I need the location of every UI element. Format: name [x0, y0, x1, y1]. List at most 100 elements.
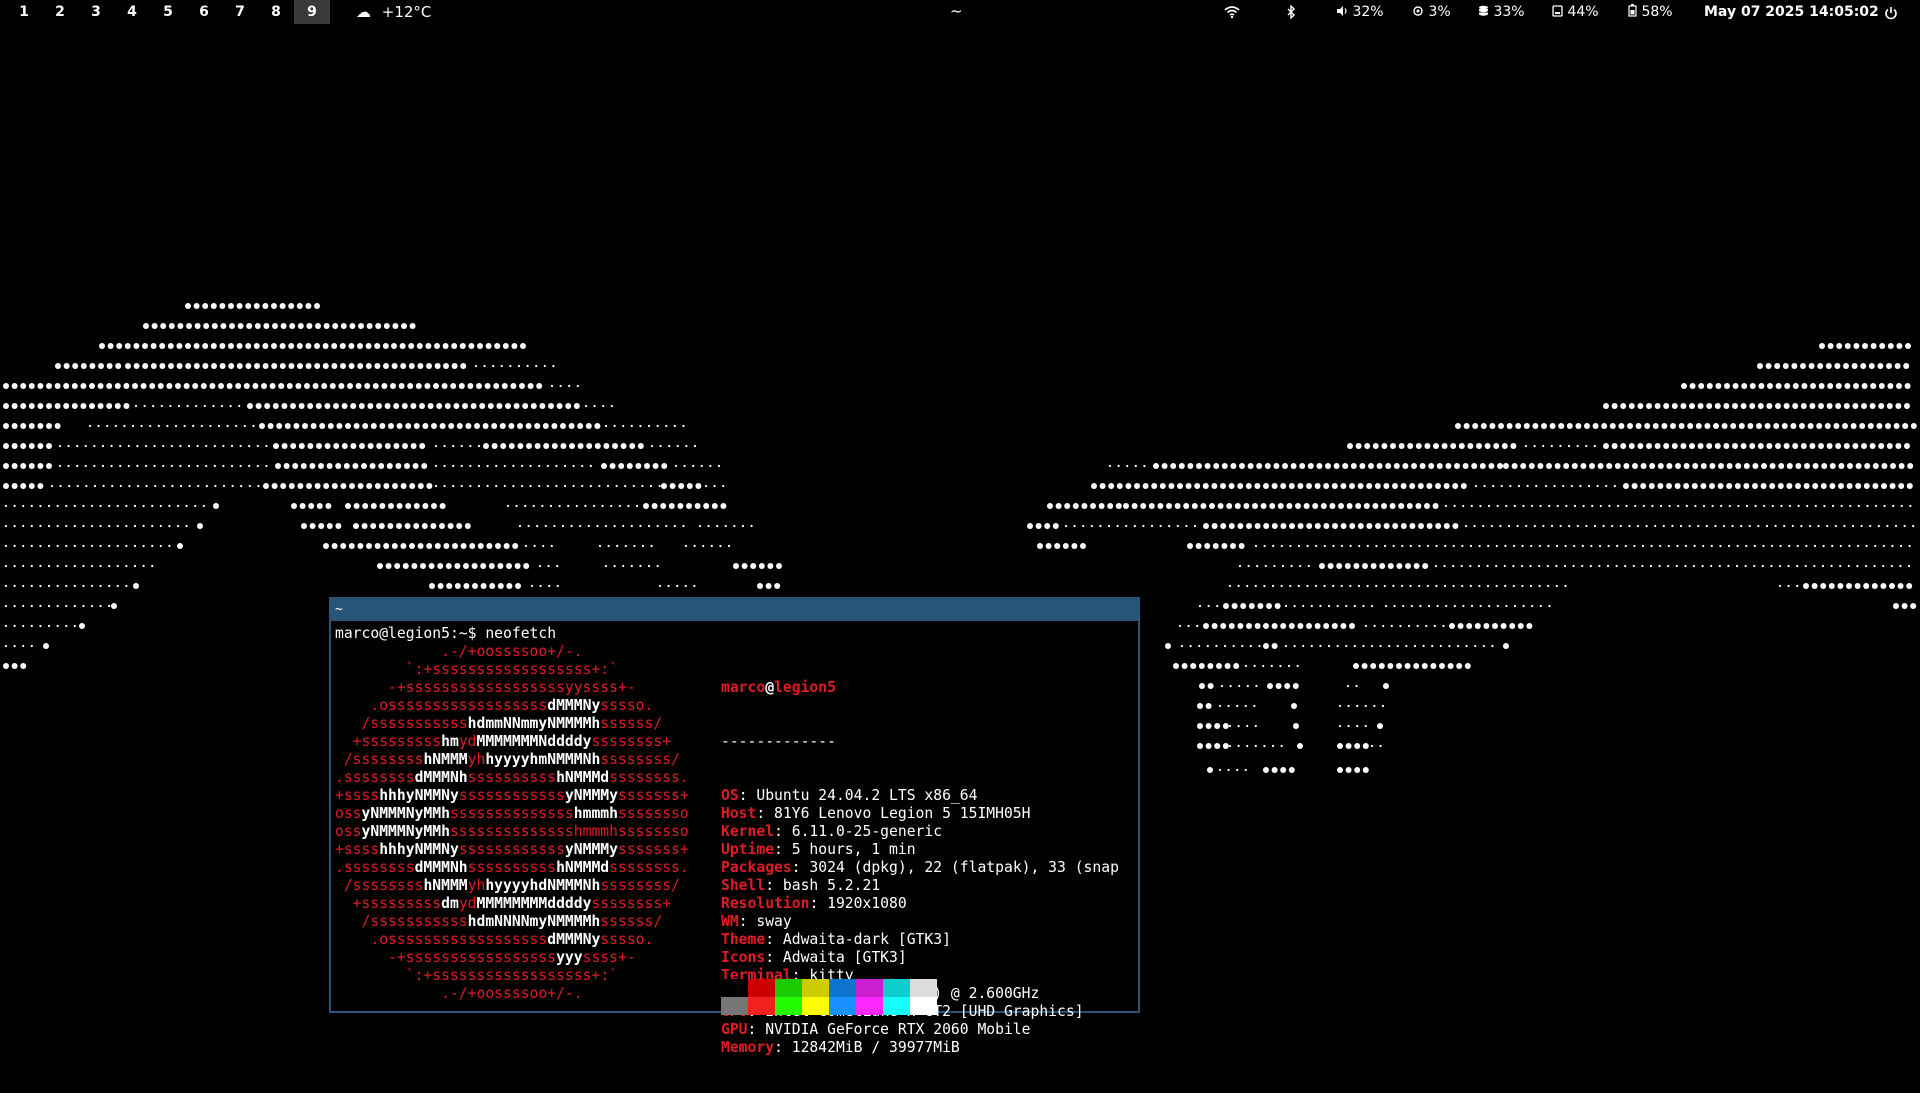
map-dot	[496, 403, 503, 409]
map-dot	[417, 543, 424, 549]
map-dot	[1263, 523, 1270, 529]
map-dot	[11, 443, 18, 449]
map-dot	[93, 484, 97, 488]
map-dot	[1357, 584, 1361, 588]
map-dot	[1568, 524, 1571, 528]
map-dot	[1387, 563, 1394, 569]
map-dot	[452, 543, 458, 549]
terminal-titlebar[interactable]: ~	[331, 599, 1138, 621]
map-dot	[144, 444, 148, 448]
map-dot	[1641, 544, 1645, 548]
map-dot	[467, 383, 474, 389]
map-dot	[448, 423, 455, 429]
map-dot	[598, 544, 602, 548]
map-dot	[1533, 524, 1536, 528]
map-dot	[30, 624, 33, 628]
map-dot	[1267, 683, 1273, 689]
map-dot	[1323, 623, 1330, 629]
map-dot	[1909, 504, 1912, 508]
map-dot	[1744, 564, 1747, 568]
map-dot	[47, 584, 51, 588]
map-dot	[462, 403, 468, 409]
map-dot	[279, 363, 286, 369]
map-dot	[1825, 363, 1832, 369]
logo-line: /sssssssshNMMMyhhyyyyhdNMMMNhssssssss/	[335, 877, 680, 894]
map-dot	[422, 503, 429, 509]
map-dot	[1460, 483, 1467, 489]
map-dot	[544, 524, 547, 528]
map-dot	[1565, 504, 1568, 508]
map-dot	[314, 363, 321, 369]
map-dot	[1290, 564, 1293, 568]
map-dot	[1809, 443, 1816, 449]
map-dot	[1719, 544, 1722, 548]
map-dot	[577, 443, 584, 449]
map-dot	[1195, 543, 1202, 549]
map-dot	[1522, 504, 1525, 508]
map-dot	[382, 343, 389, 349]
map-dot	[99, 604, 102, 608]
map-dot	[1402, 604, 1405, 608]
map-dot	[248, 444, 251, 448]
map-dot	[1874, 504, 1878, 508]
map-dot	[1724, 383, 1730, 389]
map-dot	[39, 584, 42, 588]
map-dot	[1237, 623, 1244, 629]
map-dot	[243, 383, 250, 389]
map-dot	[1563, 564, 1567, 568]
map-dot	[1616, 504, 1620, 508]
map-dot	[534, 443, 541, 449]
map-dot	[193, 303, 200, 309]
map-dot	[1861, 443, 1867, 449]
map-dot	[176, 363, 183, 369]
map-dot	[1843, 443, 1850, 449]
terminal-window[interactable]: ~ marco@legion5:~$ neofetch .-/+oossssoo…	[329, 597, 1140, 1056]
map-dot	[1548, 604, 1551, 608]
map-dot	[299, 503, 306, 509]
map-dot	[1349, 483, 1355, 489]
map-dot	[1338, 724, 1342, 728]
map-dot	[1231, 603, 1238, 609]
map-dot	[1256, 463, 1263, 469]
map-dot	[114, 383, 121, 389]
info-row-host: Host: 81Y6 Lenovo Legion 5 15IMH05H	[721, 805, 1119, 823]
map-dot	[420, 563, 426, 569]
ubuntu-ascii-logo: .-/+oossssoo+/-. `:+ssssssssssssssssss+:…	[335, 643, 689, 1003]
logo-line: .-/+oossssoo+/-.	[335, 985, 583, 1002]
map-dot	[352, 463, 359, 469]
map-dot	[267, 423, 274, 429]
map-dot	[1539, 504, 1542, 508]
map-dot	[1546, 564, 1549, 568]
map-dot	[1253, 664, 1256, 668]
map-dot	[1788, 504, 1792, 508]
map-dot	[1757, 443, 1764, 449]
map-dot	[1804, 564, 1807, 568]
map-dot	[584, 504, 587, 508]
map-dot	[1910, 423, 1917, 429]
map-dot	[1763, 504, 1766, 508]
map-dot	[1783, 403, 1790, 409]
map-dot	[143, 404, 146, 408]
map-dot	[210, 303, 217, 309]
map-dot	[1354, 743, 1361, 749]
map-dot	[1134, 483, 1140, 489]
map-dot	[1889, 583, 1895, 589]
terminal-body[interactable]: marco@legion5:~$ neofetch .-/+oossssoo+/…	[335, 625, 1134, 1056]
map-dot	[1327, 604, 1331, 608]
map-dot	[1550, 524, 1554, 528]
map-dot	[1345, 644, 1348, 648]
map-dot	[1296, 664, 1299, 668]
color-swatch-row-normal	[721, 979, 937, 997]
map-dot	[499, 423, 506, 429]
map-dot	[1504, 584, 1507, 588]
map-dot	[1204, 543, 1211, 549]
map-dot	[570, 524, 573, 528]
map-dot	[230, 464, 234, 468]
map-dot	[1544, 484, 1548, 488]
map-dot	[30, 604, 33, 608]
map-dot	[495, 464, 498, 468]
map-dot	[176, 343, 183, 349]
color-swatch	[829, 979, 856, 997]
map-dot	[1613, 484, 1616, 488]
map-dot	[494, 343, 501, 349]
